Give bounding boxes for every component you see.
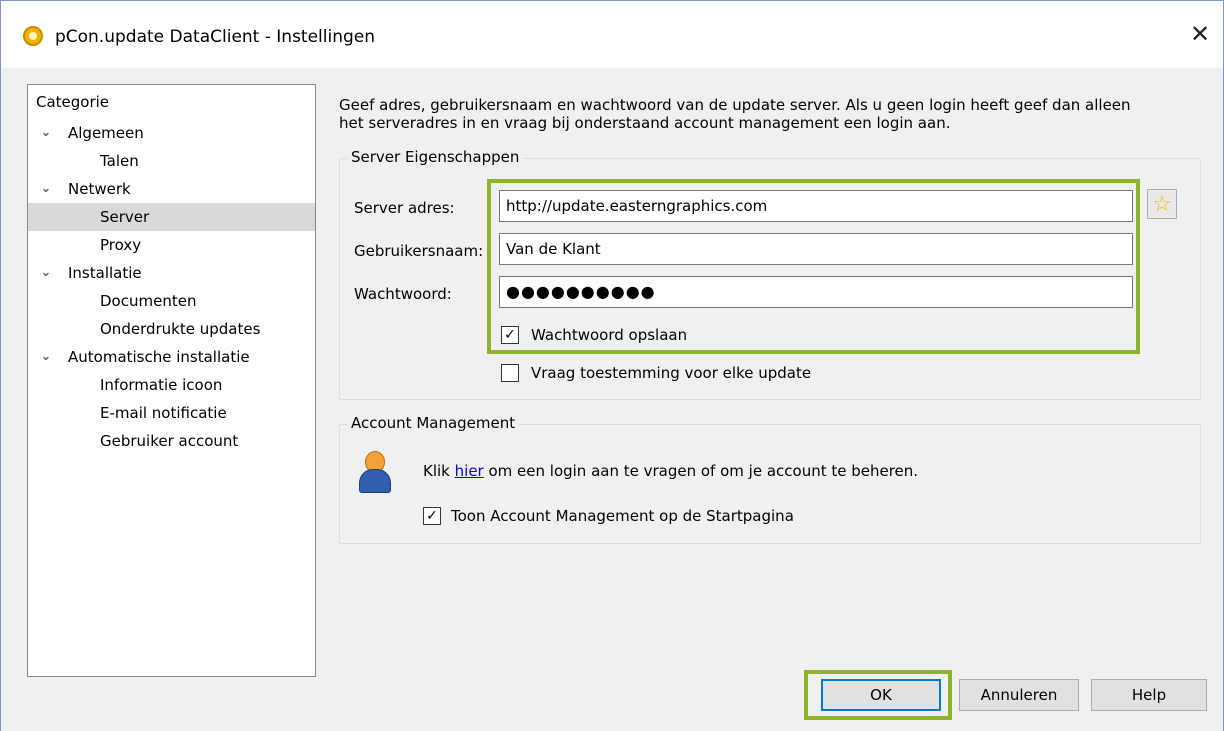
description-text: Geef adres, gebruikersnaam en wachtwoord… (339, 96, 1209, 132)
tree-item-label: Proxy (100, 236, 142, 254)
account-group-title: Account Management (347, 414, 520, 432)
link-text-after: om een login aan te vragen of om je acco… (483, 462, 919, 480)
tree-item-algemeen[interactable]: ⌄ Algemeen (28, 119, 315, 147)
username-input[interactable]: Van de Klant (499, 233, 1133, 265)
dialog-body: Categorie ⌄ Algemeen Talen ⌄ Netwerk Ser… (0, 68, 1224, 731)
tree-item-gebruiker-account[interactable]: Gebruiker account (28, 427, 315, 455)
save-password-checkbox[interactable]: ✓ (501, 326, 519, 344)
app-logo-icon (23, 26, 43, 46)
tree-item-installatie[interactable]: ⌄ Installatie (28, 259, 315, 287)
tree-item-talen[interactable]: Talen (28, 147, 315, 175)
category-tree[interactable]: Categorie ⌄ Algemeen Talen ⌄ Netwerk Ser… (27, 84, 316, 677)
tree-item-proxy[interactable]: Proxy (28, 231, 315, 259)
window-title: pCon.update DataClient - Instellingen (55, 27, 376, 47)
tree-item-label: Onderdrukte updates (100, 320, 261, 338)
chevron-down-icon[interactable]: ⌄ (37, 343, 55, 371)
tree-item-label: Gebruiker account (100, 432, 239, 450)
tree-item-automatische-installatie[interactable]: ⌄ Automatische installatie (28, 343, 315, 371)
tree-item-label: Documenten (100, 292, 197, 310)
tree-item-label: Installatie (68, 264, 142, 282)
tree-item-label: Netwerk (68, 180, 131, 198)
show-on-start-label[interactable]: Toon Account Management op de Startpagin… (451, 507, 794, 525)
title-bar: pCon.update DataClient - Instellingen ✕ (0, 0, 1224, 68)
description-line: het serveradres in en vraag bij ondersta… (339, 114, 951, 132)
account-link-text: Klik hier om een login aan te vragen of … (423, 462, 918, 480)
tree-item-documenten[interactable]: Documenten (28, 287, 315, 315)
server-address-label: Server adres: (354, 199, 455, 217)
save-password-label[interactable]: Wachtwoord opslaan (531, 326, 687, 344)
star-icon: ☆ (1152, 191, 1172, 217)
server-group-title: Server Eigenschappen (347, 148, 524, 166)
link-text-before: Klik (423, 462, 455, 480)
tree-item-label: Algemeen (68, 124, 144, 142)
tree-item-server[interactable]: Server (28, 203, 315, 231)
show-on-start-checkbox[interactable]: ✓ (423, 507, 441, 525)
tree-item-netwerk[interactable]: ⌄ Netwerk (28, 175, 315, 203)
tree-item-label: Talen (100, 152, 139, 170)
tree-item-label: Informatie icoon (100, 376, 223, 394)
ask-permission-label[interactable]: Vraag toestemming voor elke update (531, 364, 811, 382)
favorite-server-button[interactable]: ☆ (1147, 189, 1177, 219)
tree-item-label: Server (100, 208, 150, 226)
tree-item-informatie-icoon[interactable]: Informatie icoon (28, 371, 315, 399)
close-icon[interactable]: ✕ (1177, 11, 1223, 57)
server-address-input[interactable]: http://update.easterngraphics.com (499, 190, 1133, 222)
cancel-button[interactable]: Annuleren (959, 679, 1079, 711)
account-link[interactable]: hier (455, 462, 484, 480)
account-management-group (339, 424, 1201, 544)
tree-header: Categorie (36, 93, 110, 111)
password-input[interactable]: ●●●●●●●●●● (499, 276, 1133, 308)
chevron-down-icon[interactable]: ⌄ (37, 175, 55, 203)
chevron-down-icon[interactable]: ⌄ (37, 119, 55, 147)
user-body-shape (359, 469, 391, 493)
ask-permission-checkbox[interactable] (501, 364, 519, 382)
tree-item-onderdrukte-updates[interactable]: Onderdrukte updates (28, 315, 315, 343)
username-label: Gebruikersnaam: (354, 242, 484, 260)
tree-item-label: E-mail notificatie (100, 404, 227, 422)
description-line: Geef adres, gebruikersnaam en wachtwoord… (339, 96, 1131, 114)
tree-item-label: Automatische installatie (68, 348, 250, 366)
ok-button[interactable]: OK (821, 679, 941, 711)
user-account-icon (358, 451, 392, 493)
password-label: Wachtwoord: (354, 285, 452, 303)
help-button[interactable]: Help (1091, 679, 1207, 711)
chevron-down-icon[interactable]: ⌄ (37, 259, 55, 287)
tree-item-email-notificatie[interactable]: E-mail notificatie (28, 399, 315, 427)
